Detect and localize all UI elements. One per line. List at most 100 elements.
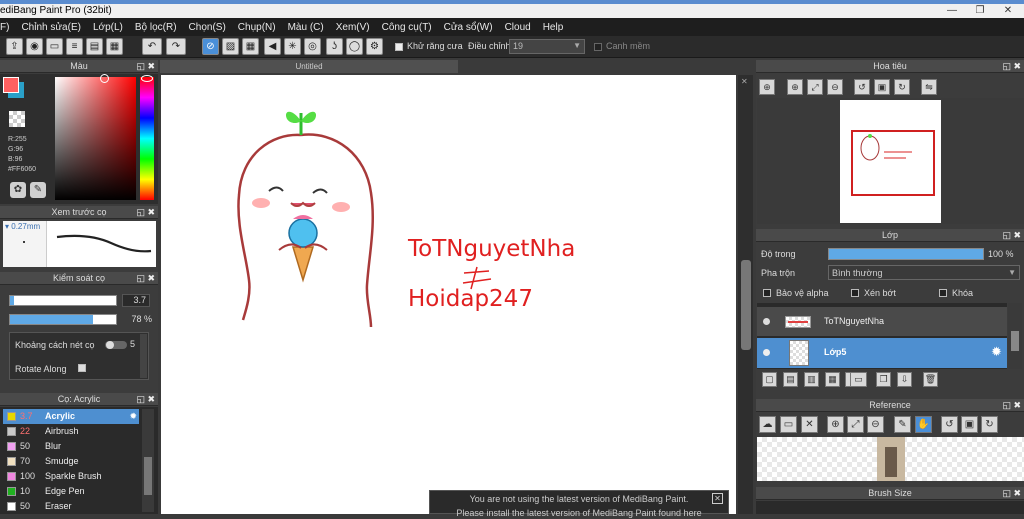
protect-alpha-checkbox[interactable] (763, 289, 771, 297)
menu-filter[interactable]: Bộ lọc(R) (129, 22, 183, 33)
eye-icon[interactable] (763, 318, 770, 325)
curve-snap-icon[interactable]: ʖ (326, 38, 343, 55)
menu-cloud[interactable]: Cloud (499, 22, 537, 33)
menu-select[interactable]: Chọn(S) (183, 22, 232, 33)
document-tab[interactable]: Untitled (160, 60, 458, 73)
rotate-left-icon[interactable]: ↺ (941, 416, 958, 433)
panel-close-icon[interactable]: ◱ ✖ (136, 393, 155, 406)
gear-icon[interactable]: ✹ (991, 344, 1002, 360)
canvas-vscrollbar[interactable]: ✕ (738, 75, 753, 514)
brush-item-acrylic[interactable]: 3.7 Acrylic ✹ (3, 409, 139, 424)
menu-edit[interactable]: Chỉnh sửa(E) (15, 22, 87, 33)
comment-icon[interactable]: ▭ (46, 38, 63, 55)
rotate-right-icon[interactable]: ↻ (981, 416, 998, 433)
primary-color-swatch[interactable] (3, 77, 19, 93)
rotate-along-checkbox[interactable] (78, 364, 86, 372)
brush-item-blur[interactable]: 50 Blur (3, 439, 139, 454)
menu-color[interactable]: Màu (C) (282, 22, 330, 33)
color-picker-icon[interactable]: ✎ (30, 182, 46, 198)
brush-item-sparkle[interactable]: 100 Sparkle Brush (3, 469, 139, 484)
concentric-snap-icon[interactable]: ◎ (304, 38, 321, 55)
trash-icon[interactable]: 🗑 (923, 372, 938, 387)
panel-close-icon[interactable]: ◱ ✖ (136, 60, 155, 73)
close-icon[interactable]: ✕ (741, 77, 748, 86)
fit-icon[interactable]: ⤢ (847, 416, 864, 433)
folder-icon[interactable]: ▭ (850, 372, 867, 387)
new-1bit-layer-icon[interactable]: ▦ (825, 372, 840, 387)
new-8bit-layer-icon[interactable]: ▥ (804, 372, 819, 387)
zoom-in-2-icon[interactable]: ⊕ (787, 79, 803, 95)
grid-icon[interactable]: ▦ (106, 38, 123, 55)
close-icon[interactable]: ✕ (994, 4, 1022, 18)
eye-icon[interactable] (763, 349, 770, 356)
undo-icon[interactable]: ↶ (142, 38, 162, 55)
brush-item-smudge[interactable]: 70 Smudge (3, 454, 139, 469)
smooth-checkbox[interactable] (594, 43, 602, 51)
brush-opacity-slider[interactable] (9, 314, 117, 325)
panel-close-icon[interactable]: ◱ ✖ (1002, 60, 1021, 73)
maximize-icon[interactable]: ❐ (966, 4, 994, 18)
parallel-snap-icon[interactable]: ▨ (222, 38, 239, 55)
zoom-out-icon[interactable]: ⊖ (827, 79, 843, 95)
panel-close-icon[interactable]: ◱ ✖ (136, 272, 155, 285)
saturation-value-picker[interactable] (55, 74, 136, 200)
zoom-in-icon[interactable]: ⊕ (827, 416, 844, 433)
scroll-thumb[interactable] (1011, 331, 1019, 351)
lock-checkbox[interactable] (939, 289, 947, 297)
new-halftone-layer-icon[interactable]: ▤ (783, 372, 798, 387)
zoom-out-icon[interactable]: ⊖ (867, 416, 884, 433)
scroll-thumb[interactable] (741, 260, 751, 350)
layer-scrollbar[interactable] (1008, 303, 1022, 369)
brush-item-eraser[interactable]: 50 Eraser (3, 499, 139, 514)
ellipse-snap-icon[interactable]: ◯ (346, 38, 363, 55)
chat-icon[interactable]: ◉ (26, 38, 43, 55)
reset-view-icon[interactable]: ▣ (874, 79, 890, 95)
zoom-in-icon[interactable]: ⊕ (759, 79, 775, 95)
page-icon[interactable]: ▤ (86, 38, 103, 55)
menu-tools[interactable]: Công cụ(T) (376, 22, 438, 33)
hue-slider[interactable] (140, 75, 154, 200)
panel-close-icon[interactable]: ◱ ✖ (136, 206, 155, 219)
brush-options-scrollbar[interactable] (140, 334, 147, 378)
menu-view[interactable]: Xem(V) (330, 22, 376, 33)
panel-close-icon[interactable]: ◱ ✖ (1002, 487, 1021, 500)
layer-row-selected[interactable]: Lớp5 ✹ (757, 338, 1007, 368)
no-snap-icon[interactable]: ⊘ (202, 38, 219, 55)
rotate-left-icon[interactable]: ↺ (854, 79, 870, 95)
transparent-swatch[interactable] (9, 111, 25, 127)
snap-settings-icon[interactable]: ⚙ (366, 38, 383, 55)
reset-view-icon[interactable]: ▣ (961, 416, 978, 433)
menu-layer[interactable]: Lớp(L) (87, 22, 129, 33)
layer-opacity-slider[interactable] (828, 248, 984, 260)
duplicate-layer-icon[interactable]: ❐ (876, 372, 891, 387)
panel-close-icon[interactable]: ◱ ✖ (1002, 229, 1021, 242)
clipping-checkbox[interactable] (851, 289, 859, 297)
share-icon[interactable]: ⇪ (6, 38, 23, 55)
canvas[interactable]: ToTNguyetNha Hoidap247 (161, 75, 736, 514)
radial-snap-icon[interactable]: ✳ (284, 38, 301, 55)
note-icon[interactable]: ≡ (66, 38, 83, 55)
brush-size-slider[interactable] (9, 295, 117, 306)
hand-icon[interactable]: ✋ (915, 416, 932, 433)
menu-file[interactable]: F) (0, 22, 15, 33)
brush-size-field[interactable]: 3.7 (122, 294, 150, 307)
redo-icon[interactable]: ↷ (166, 38, 186, 55)
menu-capture[interactable]: Chụp(N) (232, 22, 282, 33)
spacing-toggle[interactable] (105, 341, 127, 349)
menu-window[interactable]: Cửa sổ(W) (438, 22, 499, 33)
cloud-icon[interactable]: ☁ (759, 416, 776, 433)
rotate-right-icon[interactable]: ↻ (894, 79, 910, 95)
blend-mode-dropdown[interactable]: Bình thường ▼ (828, 265, 1020, 280)
open-folder-icon[interactable]: ▭ (780, 416, 797, 433)
brush-item-edge-pen[interactable]: 10 Edge Pen (3, 484, 139, 499)
layer-row[interactable]: ToTNguyetNha (757, 307, 1007, 337)
perspective-snap-icon[interactable]: ◀ (264, 38, 281, 55)
menu-help[interactable]: Help (537, 22, 570, 33)
adjust-dropdown[interactable]: 19 ▼ (509, 39, 585, 54)
panel-close-icon[interactable]: ◱ ✖ (1002, 399, 1021, 412)
brush-list-scrollbar[interactable] (142, 409, 154, 512)
eyedropper-icon[interactable]: ✎ (894, 416, 911, 433)
brush-item-airbrush[interactable]: 22 Airbrush (3, 424, 139, 439)
merge-layer-icon[interactable]: ⇩ (897, 372, 912, 387)
flip-icon[interactable]: ⇋ (921, 79, 937, 95)
